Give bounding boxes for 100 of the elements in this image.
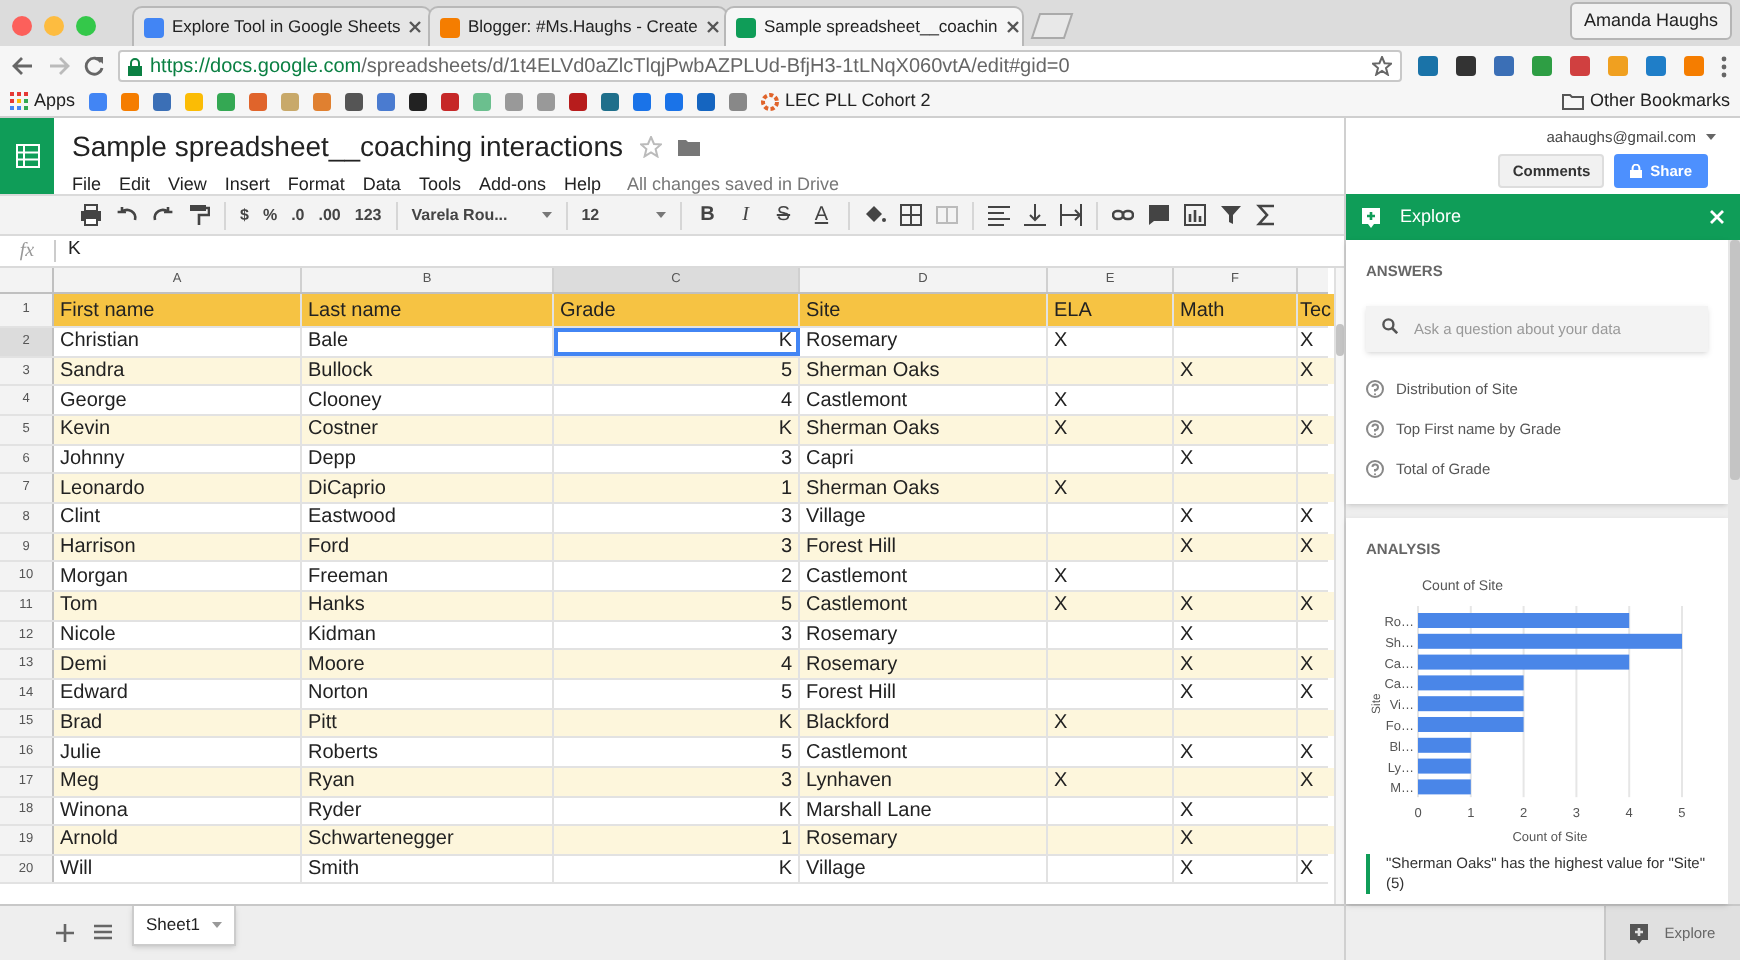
text-wrap-icon[interactable] xyxy=(1059,204,1082,226)
menu-item[interactable]: View xyxy=(168,172,207,199)
table-cell: X xyxy=(1174,415,1298,444)
table-cell: DiCaprio xyxy=(302,474,554,502)
chart-icon[interactable] xyxy=(1183,204,1206,226)
number-format-button[interactable]: .00 xyxy=(318,203,341,227)
profile-button[interactable]: Amanda Haughs xyxy=(1569,1,1732,40)
scrollbar-thumb-icon[interactable] xyxy=(1729,240,1739,480)
scrollbar-thumb-icon[interactable] xyxy=(1336,324,1344,356)
menu-item[interactable]: File xyxy=(72,172,102,199)
close-icon[interactable] xyxy=(705,20,720,34)
extension-icon[interactable] xyxy=(1454,54,1478,78)
sheet-tab[interactable]: Sheet1 xyxy=(132,906,236,946)
sheet-list-icon[interactable] xyxy=(94,924,112,940)
table-cell: Last name xyxy=(302,294,554,326)
text-style-button[interactable]: S xyxy=(771,200,796,230)
bookmark-icon[interactable] xyxy=(407,91,428,111)
browser-tab[interactable]: Explore Tool in Google Sheets xyxy=(132,6,432,46)
table-cell: Julie xyxy=(54,738,302,766)
star-icon[interactable] xyxy=(639,136,662,158)
star-icon[interactable] xyxy=(1372,56,1392,76)
filter-icon[interactable] xyxy=(1219,204,1242,226)
table-cell: X xyxy=(1174,357,1298,385)
bookmark-icon[interactable] xyxy=(567,91,588,111)
apps-grid-icon xyxy=(10,92,28,110)
undo-icon[interactable] xyxy=(116,204,138,226)
address-bar[interactable]: https://docs.google.com/spreadsheets/d/1t4ELVd0aZlcTlqjPwbAZPLUd-BfjH3-1tLNqX060vtA/edit#gid=0 xyxy=(118,50,1402,82)
number-format-button[interactable]: $ xyxy=(240,203,249,227)
number-format-button[interactable]: % xyxy=(262,203,278,227)
table-cell: Rosemary xyxy=(800,826,1048,854)
font-size-dropdown[interactable]: 12 xyxy=(581,203,666,227)
add-sheet-icon[interactable] xyxy=(56,924,74,942)
bookmark-icon[interactable] xyxy=(343,91,364,111)
text-style-button[interactable]: B xyxy=(695,200,720,230)
merge-cells-icon[interactable] xyxy=(935,204,958,226)
table-cell: Will xyxy=(54,855,302,883)
table-cell: Sandra xyxy=(54,357,302,385)
table-cell: X xyxy=(1048,562,1174,590)
table-cell: Forest Hill xyxy=(800,533,1048,561)
paint-bucket-icon[interactable] xyxy=(863,204,886,226)
print-icon[interactable] xyxy=(80,204,102,226)
menu-item[interactable]: Add-ons xyxy=(478,172,546,199)
table-cell: X xyxy=(1174,738,1298,766)
browser-tab[interactable]: Blogger: #Ms.Haughs - Create xyxy=(428,6,728,46)
table-cell: Bullock xyxy=(302,357,554,385)
menu-item[interactable]: Insert xyxy=(224,172,270,199)
table-cell: X xyxy=(1174,445,1298,473)
table-cell: X xyxy=(1174,503,1298,532)
table-cell: X xyxy=(1174,650,1298,678)
back-icon[interactable] xyxy=(12,56,34,76)
sigma-icon[interactable] xyxy=(1255,204,1278,226)
menu-item[interactable]: Help xyxy=(563,172,601,199)
formula-input[interactable]: K xyxy=(68,236,1344,266)
table-cell[interactable]: K xyxy=(554,328,800,356)
table-cell: Kevin xyxy=(54,415,302,444)
caret-icon xyxy=(655,212,666,218)
align-icon[interactable] xyxy=(987,204,1010,226)
number-format-button[interactable]: 123 xyxy=(354,203,382,227)
close-icon[interactable] xyxy=(1005,20,1020,34)
table-cell: X xyxy=(1048,767,1174,795)
more-icon[interactable] xyxy=(1720,55,1728,77)
font-dropdown[interactable]: Varela Rou... xyxy=(411,203,552,227)
reload-icon[interactable] xyxy=(84,56,104,76)
folder-icon[interactable] xyxy=(677,138,700,156)
close-icon[interactable] xyxy=(408,20,423,34)
menu-item[interactable]: Data xyxy=(362,172,401,199)
browser-tab[interactable]: Sample spreadsheet__coachin xyxy=(724,6,1024,46)
document-title[interactable]: Sample spreadsheet__coaching interactions xyxy=(72,126,624,168)
table-cell: Pitt xyxy=(302,709,554,737)
caret-icon xyxy=(211,922,222,928)
link-icon[interactable] xyxy=(1111,204,1134,226)
table-cell: X xyxy=(1048,415,1174,444)
menu-item[interactable]: Format xyxy=(287,172,345,199)
text-style-button[interactable]: I xyxy=(733,200,758,230)
apps-bookmark[interactable]: Apps xyxy=(10,87,76,115)
other-bookmarks[interactable]: Other Bookmarks xyxy=(1561,87,1730,115)
table-cell: X xyxy=(1048,591,1174,620)
menu-item[interactable]: Edit xyxy=(119,172,151,199)
redo-icon[interactable] xyxy=(152,204,174,226)
table-cell: ELA xyxy=(1048,294,1174,326)
borders-icon[interactable] xyxy=(899,204,922,226)
formula-label: fx xyxy=(17,238,37,266)
explore-icon xyxy=(1630,923,1649,943)
table-cell: X xyxy=(1174,621,1298,649)
folder-bookmark[interactable]: LEC PLL Cohort 2 xyxy=(759,87,931,115)
table-cell: 5 xyxy=(554,591,800,620)
vertical-align-icon[interactable] xyxy=(1023,204,1046,226)
paint-roller-icon[interactable] xyxy=(188,204,210,226)
comment-icon[interactable] xyxy=(1147,204,1170,226)
menu-item[interactable]: Tools xyxy=(418,172,461,199)
text-style-button[interactable]: A xyxy=(809,200,834,230)
table-cell: Arnold xyxy=(54,826,302,854)
table-cell: Blackford xyxy=(800,709,1048,737)
table-cell: X xyxy=(1174,826,1298,854)
table-cell: X xyxy=(1174,797,1298,825)
table-cell: Lynhaven xyxy=(800,767,1048,795)
table-cell: 3 xyxy=(554,533,800,561)
table-cell: Site xyxy=(800,294,1048,326)
number-format-button[interactable]: .0 xyxy=(291,203,305,227)
caret-icon xyxy=(541,212,552,218)
